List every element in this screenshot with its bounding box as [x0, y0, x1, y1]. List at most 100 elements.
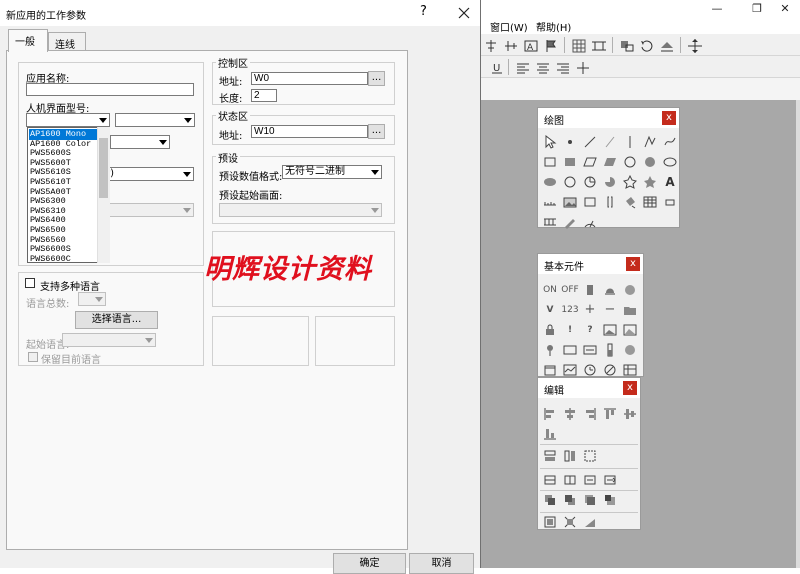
app-name-input[interactable]: [26, 83, 194, 96]
ok-button[interactable]: 确定: [333, 553, 406, 574]
text-display-icon[interactable]: [581, 342, 599, 358]
model-list-item[interactable]: PWS6600C: [29, 254, 97, 265]
align-vcenter-icon[interactable]: [621, 406, 639, 422]
menu-help[interactable]: 帮助(H): [536, 19, 571, 34]
restore-icon[interactable]: ❐: [742, 1, 772, 17]
vertical-align-icon[interactable]: [502, 37, 518, 53]
filled-pie-icon[interactable]: [601, 174, 619, 190]
numeric-icon[interactable]: 123: [561, 302, 579, 318]
scale-icon[interactable]: [541, 194, 559, 210]
help-icon[interactable]: ?: [420, 4, 427, 19]
on-button-icon[interactable]: ON: [541, 282, 559, 298]
folder-icon[interactable]: [621, 302, 639, 318]
frame-icon[interactable]: [581, 194, 599, 210]
filled-star-icon[interactable]: [641, 174, 659, 190]
filled-rectangle-icon[interactable]: [561, 154, 579, 170]
workspace-scrollbar[interactable]: [796, 100, 800, 568]
align-right-icon[interactable]: [554, 59, 570, 75]
select-language-button[interactable]: 选择语言...: [75, 311, 158, 329]
multilang-checkbox[interactable]: [25, 278, 35, 288]
same-size-icon[interactable]: [581, 448, 599, 464]
align-bottom-edge-icon[interactable]: [541, 426, 559, 442]
small-rect-icon[interactable]: [661, 194, 679, 210]
minimize-icon[interactable]: —: [702, 1, 732, 17]
dot-icon[interactable]: [561, 134, 579, 150]
same-width-icon[interactable]: [541, 448, 559, 464]
space-v-icon[interactable]: [561, 472, 579, 488]
number-display-icon[interactable]: [561, 342, 579, 358]
table-icon[interactable]: [641, 194, 659, 210]
flag-icon[interactable]: [542, 37, 558, 53]
status-address-browse-button[interactable]: ...: [368, 124, 385, 139]
align-hcenter-icon[interactable]: [561, 406, 579, 422]
alarm-icon[interactable]: !: [561, 322, 579, 338]
center-v-icon[interactable]: [601, 472, 619, 488]
dropdown-scrollbar-thumb[interactable]: [99, 138, 108, 198]
meter-icon[interactable]: [621, 342, 639, 358]
align-icon[interactable]: [482, 37, 498, 53]
bell-icon[interactable]: [601, 282, 619, 298]
gauge-icon[interactable]: [601, 362, 619, 378]
align-top-edge-icon[interactable]: [601, 406, 619, 422]
fill-icon[interactable]: [621, 194, 639, 210]
resize-icon[interactable]: [581, 514, 599, 530]
bring-front-icon[interactable]: [541, 492, 559, 508]
help-icon[interactable]: ?: [581, 322, 599, 338]
chevron-down-icon[interactable]: [179, 168, 193, 180]
chevron-down-icon[interactable]: [367, 166, 381, 178]
filled-parallelogram-icon[interactable]: [601, 154, 619, 170]
off-button-icon[interactable]: OFF: [561, 282, 579, 298]
backward-icon[interactable]: [601, 492, 619, 508]
image-alt-icon[interactable]: [621, 322, 639, 338]
parallelogram-icon[interactable]: [581, 154, 599, 170]
model-option-select[interactable]: [110, 135, 170, 149]
picture-icon[interactable]: [561, 194, 579, 210]
control-length-input[interactable]: 2: [251, 89, 277, 102]
indicator-icon[interactable]: [581, 282, 599, 298]
snap-icon[interactable]: [590, 37, 606, 53]
freehand-icon[interactable]: [661, 134, 679, 150]
chevron-down-icon[interactable]: [180, 114, 194, 126]
underline-icon[interactable]: U: [488, 59, 504, 75]
filled-circle-icon[interactable]: [641, 154, 659, 170]
group-icon[interactable]: [618, 37, 634, 53]
image-icon[interactable]: [601, 322, 619, 338]
calendar-icon[interactable]: [541, 362, 559, 378]
line-icon[interactable]: [581, 134, 599, 150]
filled-ellipse-icon[interactable]: [541, 174, 559, 190]
align-left-icon[interactable]: [514, 59, 530, 75]
arc-icon[interactable]: [561, 174, 579, 190]
star-icon[interactable]: [621, 174, 639, 190]
bracket-icon[interactable]: [601, 194, 619, 210]
crosshair-icon[interactable]: [574, 59, 590, 75]
dialog-close-icon[interactable]: [458, 7, 470, 19]
ungroup-objects-icon[interactable]: [561, 514, 579, 530]
edit-palette-titlebar[interactable]: 编辑 x: [538, 378, 640, 398]
clock-icon[interactable]: [581, 362, 599, 378]
move-icon[interactable]: [686, 37, 702, 53]
dash-line-icon[interactable]: [601, 134, 619, 150]
drawing-palette-close-icon[interactable]: x: [662, 111, 676, 125]
lamp-icon[interactable]: [621, 282, 639, 298]
basic-palette-titlebar[interactable]: 基本元件 x: [538, 254, 643, 274]
grid-icon[interactable]: [570, 37, 586, 53]
chevron-down-icon[interactable]: [95, 114, 109, 126]
edit-palette-close-icon[interactable]: x: [623, 381, 637, 395]
table-display-icon[interactable]: [621, 362, 639, 378]
forward-icon[interactable]: [581, 492, 599, 508]
control-address-input[interactable]: W0: [251, 72, 368, 85]
display-type-select[interactable]: r): [103, 167, 194, 181]
control-address-browse-button[interactable]: ...: [368, 71, 385, 86]
align-left-edge-icon[interactable]: [541, 406, 559, 422]
flip-icon[interactable]: [658, 37, 674, 53]
lock-icon[interactable]: [541, 322, 559, 338]
group-objects-icon[interactable]: [541, 514, 559, 530]
hmi-model-select[interactable]: [26, 113, 110, 127]
cancel-button[interactable]: 取消: [409, 553, 474, 574]
chevron-down-icon[interactable]: [155, 136, 169, 148]
center-h-icon[interactable]: [581, 472, 599, 488]
pie-icon[interactable]: [581, 174, 599, 190]
pen-icon[interactable]: [561, 214, 579, 230]
dial-icon[interactable]: [581, 214, 599, 230]
rectangle-icon[interactable]: [541, 154, 559, 170]
